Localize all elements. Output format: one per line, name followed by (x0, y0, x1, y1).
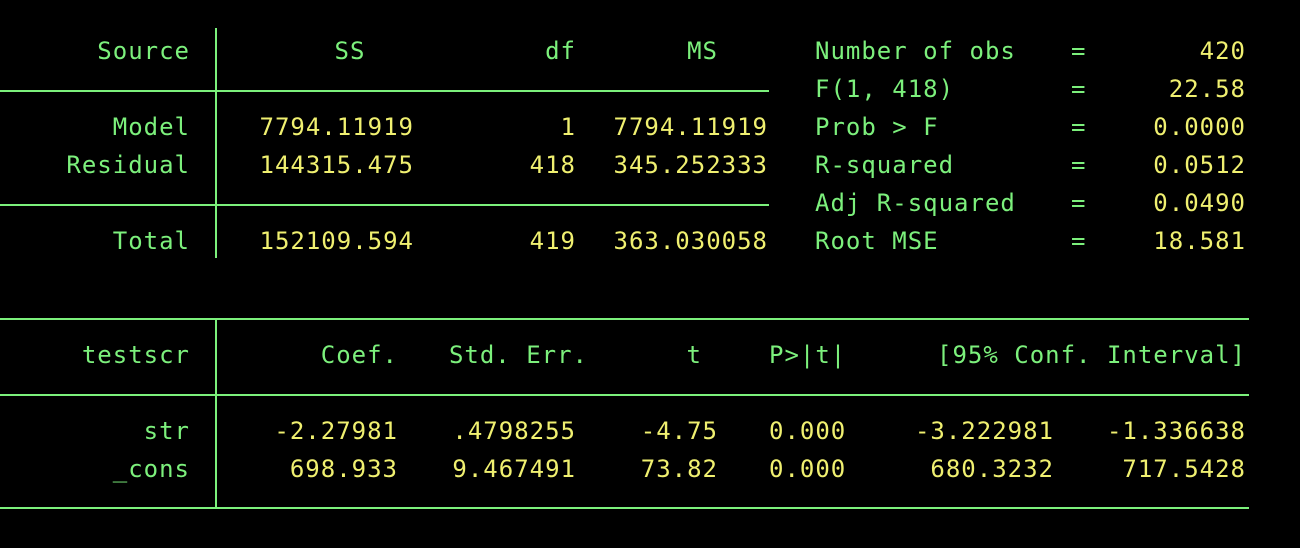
stat-value: 22.58 (1168, 75, 1246, 103)
coef-row-se: 9.467491 (452, 455, 576, 483)
anova-header-ss: SS (334, 37, 366, 65)
stat-equals: = (1071, 151, 1087, 179)
anova-header-rule (0, 90, 769, 92)
anova-row-label: Total (112, 227, 190, 255)
coef-header-se: Std. Err. (448, 341, 588, 369)
anova-vertical-divider (215, 28, 217, 258)
stat-value: 0.0512 (1153, 151, 1246, 179)
stat-value: 0.0490 (1153, 189, 1246, 217)
stat-equals: = (1071, 113, 1087, 141)
anova-row-df: 418 (529, 151, 576, 179)
coef-header-t: t (686, 341, 702, 369)
stat-equals: = (1071, 227, 1087, 255)
stat-label: Root MSE (815, 227, 939, 255)
stat-equals: = (1071, 37, 1087, 65)
stat-label: Adj R-squared (815, 189, 1016, 217)
anova-header-source: Source (97, 37, 190, 65)
coef-row-ci-high: 717.5428 (1122, 455, 1246, 483)
stat-equals: = (1071, 75, 1087, 103)
coef-header-depvar: testscr (81, 341, 190, 369)
coef-row-ci-high: -1.336638 (1106, 417, 1246, 445)
coef-header-rule (0, 394, 1249, 396)
anova-header-ms: MS (687, 37, 718, 65)
anova-total-rule (0, 204, 769, 206)
coef-row-t: 73.82 (640, 455, 718, 483)
coef-row-var: str (143, 417, 190, 445)
coef-vertical-divider (215, 320, 217, 509)
coef-row-coef: 698.933 (289, 455, 398, 483)
coef-row-ci-low: -3.222981 (914, 417, 1054, 445)
coef-row-var: _cons (112, 455, 190, 483)
anova-row-ms: 345.252333 (613, 151, 768, 179)
anova-row-ms: 7794.11919 (613, 113, 768, 141)
coef-header-coef: Coef. (320, 341, 398, 369)
coef-row-p: 0.000 (769, 417, 847, 445)
coef-bottom-rule (0, 507, 1249, 509)
stat-label: R-squared (815, 151, 955, 179)
coef-header-ci: [95% Conf. Interval] (937, 341, 1246, 369)
anova-row-ss: 144315.475 (259, 151, 414, 179)
coef-row-p: 0.000 (769, 455, 847, 483)
stat-label: Prob > F (815, 113, 939, 141)
anova-header-df: df (545, 37, 576, 65)
stat-equals: = (1071, 189, 1087, 217)
coef-row-se: .4798255 (452, 417, 576, 445)
anova-row-ss: 7794.11919 (259, 113, 414, 141)
coef-row-t: -4.75 (640, 417, 718, 445)
coef-row-coef: -2.27981 (274, 417, 398, 445)
coef-top-rule (0, 318, 1249, 320)
stat-label: Number of obs (815, 37, 1016, 65)
anova-row-df: 419 (529, 227, 576, 255)
stat-value: 0.0000 (1153, 113, 1246, 141)
anova-row-ms: 363.030058 (613, 227, 768, 255)
anova-row-df: 1 (560, 113, 576, 141)
anova-row-label: Residual (66, 151, 190, 179)
coef-header-p: P>|t| (769, 341, 847, 369)
anova-row-label: Model (112, 113, 190, 141)
stat-value: 420 (1199, 37, 1246, 65)
coef-row-ci-low: 680.3232 (930, 455, 1054, 483)
stat-label: F(1, 418) (815, 75, 955, 103)
stat-value: 18.581 (1153, 227, 1246, 255)
anova-row-ss: 152109.594 (259, 227, 414, 255)
